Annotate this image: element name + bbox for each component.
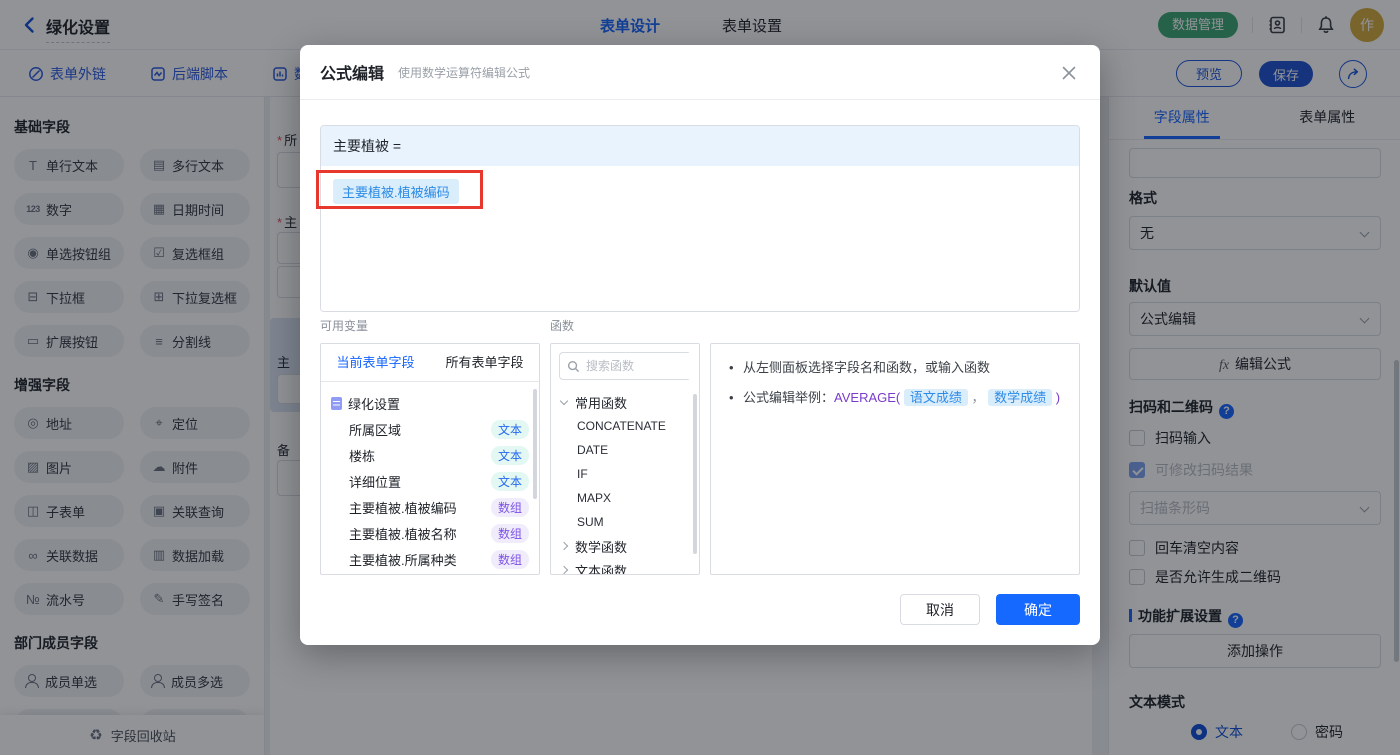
search-icon: [567, 360, 580, 373]
type-badge: 数组: [490, 523, 529, 543]
formula-editor-modal: 公式编辑 使用数学运算符编辑公式 主要植被 = 主要植被.植被编码 可用变量 函…: [300, 45, 1100, 645]
hint-line-1: 从左侧面板选择字段名和函数，或输入函数: [729, 358, 1061, 378]
type-badge: 文本: [490, 445, 529, 465]
form-doc-icon: [331, 396, 342, 410]
type-badge: 文本: [490, 419, 529, 439]
variable-item[interactable]: 主要植被.所属种类 数组: [331, 546, 529, 572]
example-token: 语文成绩: [903, 389, 968, 406]
tree-root-form[interactable]: 绿化设置: [331, 390, 529, 416]
function-group-math[interactable]: 数学函数: [559, 534, 689, 558]
variables-scrollbar[interactable]: [533, 389, 537, 499]
chevron-right-icon: [559, 565, 569, 574]
hint-line-2: 公式编辑举例：AVERAGE( 语文成绩 ， 数学成绩 ): [729, 388, 1061, 408]
modal-header: 公式编辑 使用数学运算符编辑公式: [300, 45, 1100, 100]
function-item[interactable]: SUM: [561, 510, 689, 534]
modal-title: 公式编辑: [320, 66, 385, 83]
type-badge: 文本: [490, 471, 529, 491]
functions-panel: 常用函数 CONCATENATE DATE IF MAPX SUM 数学函数 文…: [550, 343, 700, 575]
formula-editor[interactable]: 主要植被.植被编码: [321, 166, 1079, 311]
functions-label: 函数: [550, 319, 575, 333]
function-item[interactable]: IF: [561, 462, 689, 486]
chevron-right-icon: [559, 541, 569, 551]
chevron-down-icon: [559, 396, 569, 406]
functions-scrollbar[interactable]: [693, 394, 697, 554]
variable-item[interactable]: 主要植被.植被名称 数组: [331, 520, 529, 546]
formula-token[interactable]: 主要植被.植被编码: [333, 179, 459, 204]
variables-label: 可用变量: [320, 319, 369, 333]
type-badge: 数组: [490, 549, 529, 569]
tab-all-form-fields[interactable]: 所有表单字段: [430, 344, 539, 381]
function-search: [559, 352, 696, 380]
search-input[interactable]: [586, 353, 696, 379]
close-icon[interactable]: [1060, 64, 1078, 82]
variable-item[interactable]: 所属区域 文本: [331, 416, 529, 442]
function-item[interactable]: CONCATENATE: [561, 414, 689, 438]
formula-target: 主要植被 =: [321, 126, 1079, 166]
tab-current-form-fields[interactable]: 当前表单字段: [321, 344, 430, 381]
formula-box: 主要植被 = 主要植被.植被编码: [320, 125, 1080, 312]
variables-panel: 当前表单字段 所有表单字段 绿化设置 所属区域 文本 楼栋 文本 详细位置 文本 主要…: [320, 343, 540, 575]
function-group-text[interactable]: 文本函数: [559, 558, 689, 574]
function-item[interactable]: MAPX: [561, 486, 689, 510]
variable-item[interactable]: 主要植被.植被编码 数组: [331, 494, 529, 520]
function-group-common[interactable]: 常用函数: [559, 390, 689, 414]
cancel-button[interactable]: 取消: [900, 594, 980, 625]
confirm-button[interactable]: 确定: [996, 594, 1080, 625]
hint-panel: 从左侧面板选择字段名和函数，或输入函数 公式编辑举例：AVERAGE( 语文成绩…: [710, 343, 1080, 575]
example-token: 数学成绩: [988, 389, 1053, 406]
type-badge: 数组: [490, 497, 529, 517]
variable-item[interactable]: 楼栋 文本: [331, 442, 529, 468]
function-item[interactable]: DATE: [561, 438, 689, 462]
modal-subtitle: 使用数学运算符编辑公式: [398, 65, 531, 80]
variable-item[interactable]: 详细位置 文本: [331, 468, 529, 494]
